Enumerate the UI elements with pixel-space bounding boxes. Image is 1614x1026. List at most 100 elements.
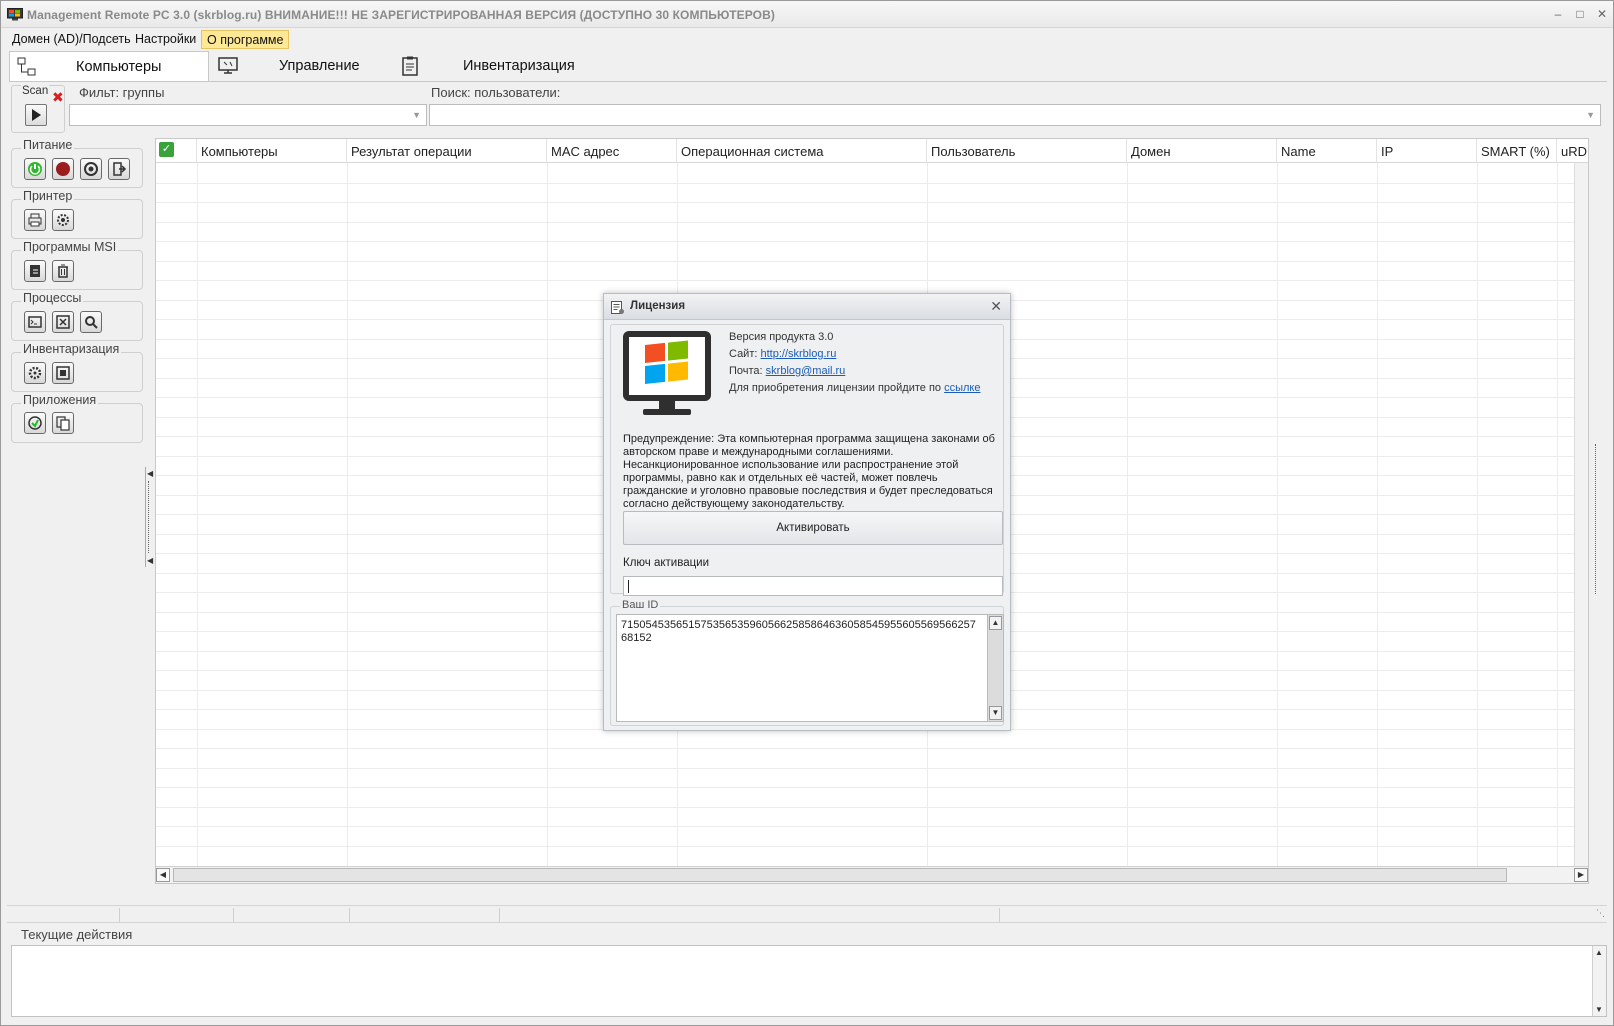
grid-row-line (156, 826, 1588, 827)
col-header-domain[interactable]: Домен (1127, 139, 1277, 163)
your-id-textbox[interactable]: 7150545356515753565359605662585864636058… (616, 614, 1004, 722)
activation-key-label: Ключ активации (623, 557, 710, 569)
maximize-icon[interactable]: □ (1573, 7, 1587, 21)
menu-domain[interactable]: Домен (AD)/Подсеть (7, 30, 136, 49)
scroll-down-icon[interactable]: ▼ (989, 706, 1002, 720)
chevron-down-icon[interactable]: ▼ (412, 110, 421, 120)
collapse-left-icon[interactable]: ◀ (147, 469, 153, 478)
search-users-combo[interactable]: ▼ (429, 104, 1601, 126)
current-actions-label: Текущие действия (19, 927, 135, 942)
close-icon[interactable]: ✕ (990, 298, 1002, 315)
restart-button[interactable] (80, 158, 102, 180)
play-icon (32, 109, 41, 121)
collapse-left-icon[interactable]: ◀ (147, 556, 153, 565)
scroll-right-icon[interactable]: ▶ (1574, 868, 1588, 882)
product-version: Версия продукта 3.0 (729, 331, 834, 343)
tab-computers-label: Компьютеры (76, 59, 162, 75)
scan-stop-icon[interactable]: ✖ (52, 89, 64, 106)
mail-link[interactable]: skrblog@mail.ru (766, 365, 846, 377)
dialog-title: Лицензия (630, 300, 686, 312)
close-icon[interactable]: ✕ (1595, 7, 1609, 21)
checkbox-checked-icon[interactable]: ✓ (159, 142, 174, 157)
network-icon (17, 57, 36, 76)
purchase-link[interactable]: ссылке (944, 382, 980, 394)
text-caret (628, 580, 629, 593)
scroll-left-icon[interactable]: ◀ (156, 868, 170, 882)
status-separator (999, 908, 1000, 922)
col-header-computers[interactable]: Компьютеры (197, 139, 347, 163)
status-separator (349, 908, 350, 922)
splitter-grip (148, 481, 150, 553)
grid-column-line (197, 163, 198, 867)
console-icon (28, 316, 42, 328)
col-header-mac[interactable]: MAC адрес (547, 139, 677, 163)
tab-inventory[interactable]: Инвентаризация (393, 51, 613, 82)
activation-key-input[interactable] (623, 576, 1003, 596)
scroll-down-icon[interactable]: ▼ (1595, 1005, 1603, 1014)
log-vertical-scrollbar[interactable]: ▲ ▼ (1592, 946, 1606, 1016)
menu-about[interactable]: О программе (201, 30, 290, 49)
kill-process-button[interactable] (52, 311, 74, 333)
power-on-button[interactable] (24, 158, 46, 180)
inventory-report-button[interactable] (52, 362, 74, 384)
tabs-divider (9, 81, 1607, 82)
status-separator (119, 908, 120, 922)
printer-button[interactable] (24, 209, 46, 231)
grid-row-line (156, 807, 1588, 808)
right-splitter[interactable] (1592, 138, 1606, 884)
filter-groups-combo[interactable]: ▼ (69, 104, 427, 126)
uninstall-button[interactable] (52, 260, 74, 282)
col-header-os[interactable]: Операционная система (677, 139, 927, 163)
grid-vertical-scrollbar[interactable] (1574, 163, 1588, 867)
resize-grip-icon[interactable]: ⋱ (1596, 908, 1605, 919)
grid-column-line (1377, 163, 1378, 867)
grid-horizontal-scrollbar[interactable]: ◀ ▶ (156, 866, 1588, 883)
grid-row-line (156, 222, 1588, 223)
tab-computers[interactable]: Компьютеры (9, 51, 209, 82)
site-line: Сайт: http://skrblog.ru (729, 348, 836, 360)
col-header-urd[interactable]: uRD (1557, 139, 1588, 163)
scroll-up-icon[interactable]: ▲ (1595, 948, 1603, 957)
tab-management[interactable]: Управление (211, 51, 391, 82)
purchase-text: Для приобретения лицензии пройдите по (729, 382, 942, 394)
grid-row-line (156, 241, 1588, 242)
site-link[interactable]: http://skrblog.ru (761, 348, 837, 360)
scroll-up-icon[interactable]: ▲ (989, 616, 1002, 630)
inventory-settings-icon (28, 366, 42, 380)
activate-button[interactable]: Активировать (623, 511, 1003, 545)
logoff-button[interactable] (108, 158, 130, 180)
col-header-user[interactable]: Пользователь (927, 139, 1127, 163)
sidebar-splitter[interactable]: ◀ ◀ (145, 467, 153, 567)
install-msi-button[interactable] (24, 260, 46, 282)
license-info-panel: Версия продукта 3.0 Сайт: http://skrblog… (610, 324, 1004, 596)
col-header-name[interactable]: Name (1277, 139, 1377, 163)
mail-line: Почта: skrblog@mail.ru (729, 365, 845, 377)
menu-settings[interactable]: Настройки (130, 30, 201, 49)
col-header-smart[interactable]: SMART (%) (1477, 139, 1557, 163)
col-header-ip[interactable]: IP (1377, 139, 1477, 163)
grid-row-line (156, 183, 1588, 184)
grid-header: ✓ Компьютеры Результат операции MAC адре… (156, 139, 1588, 163)
select-all-column[interactable]: ✓ (156, 139, 197, 163)
id-vertical-scrollbar[interactable]: ▲ ▼ (987, 615, 1003, 721)
app-copy-button[interactable] (52, 412, 74, 434)
grid-column-line (547, 163, 548, 867)
console-button[interactable] (24, 311, 46, 333)
col-header-result[interactable]: Результат операции (347, 139, 547, 163)
scrollbar-thumb[interactable] (173, 868, 1507, 882)
current-actions-log[interactable]: ▲ ▼ (11, 945, 1607, 1017)
app-run-button[interactable] (24, 412, 46, 434)
search-process-button[interactable] (80, 311, 102, 333)
kill-process-icon (56, 315, 70, 329)
license-dialog: Лицензия ✕ Версия продукта 3.0 Сайт: htt… (603, 293, 1011, 731)
grid-column-line (1277, 163, 1278, 867)
printer-settings-button[interactable] (52, 209, 74, 231)
minimize-icon[interactable]: – (1551, 7, 1565, 21)
sidebar-group-inventory-label: Инвентаризация (21, 342, 122, 356)
chevron-down-icon[interactable]: ▼ (1586, 110, 1595, 120)
scan-label: Scan (21, 85, 50, 97)
scan-start-button[interactable] (25, 104, 47, 126)
inventory-settings-button[interactable] (24, 362, 46, 384)
power-off-button[interactable] (52, 158, 74, 180)
site-label: Сайт: (729, 348, 758, 360)
